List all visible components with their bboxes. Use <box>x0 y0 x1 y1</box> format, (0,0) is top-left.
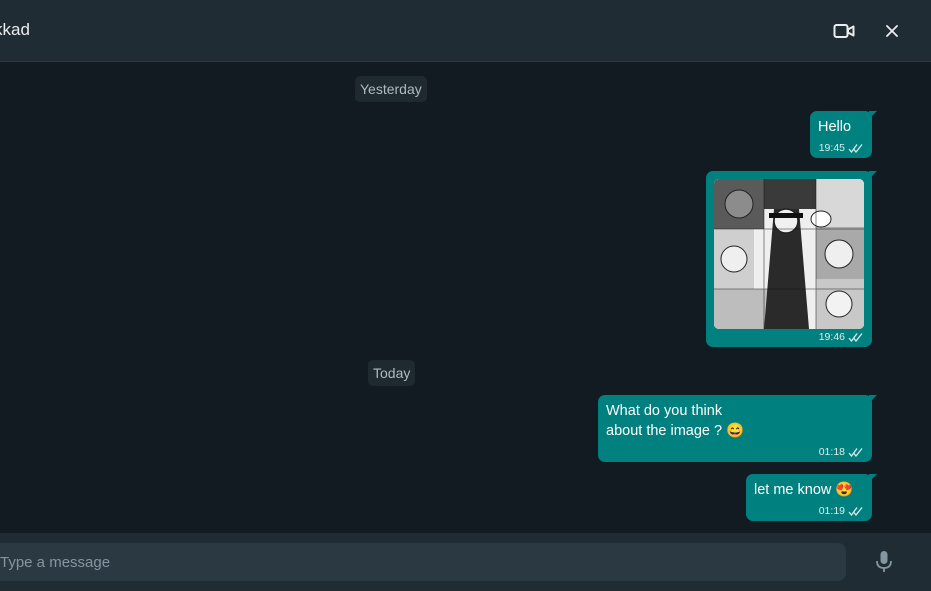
message-text: What do you think about the image ? 😄 <box>606 403 745 439</box>
message-meta: 19:46 <box>819 331 864 343</box>
message-time: 19:46 <box>818 331 845 343</box>
composer-bar <box>0 533 931 591</box>
conversation-panel[interactable]: Yesterday Hello 19:45 19:46 Today What d… <box>0 62 931 533</box>
message-bubble[interactable]: What do you think about the image ? 😄 01… <box>598 395 877 462</box>
message-bubble[interactable]: let me know 😍 01:19 <box>746 474 877 521</box>
message-input[interactable] <box>0 543 846 581</box>
double-check-icon <box>848 144 863 153</box>
image-message-bubble[interactable]: 19:46 <box>706 171 877 347</box>
double-check-icon <box>848 507 863 516</box>
chat-header: kkad <box>0 0 931 62</box>
message-text: let me know 😍 <box>754 482 854 498</box>
microphone-icon[interactable] <box>874 550 894 574</box>
message-time: 01:19 <box>818 505 845 517</box>
double-check-icon <box>848 333 863 342</box>
message-text: Hello <box>818 119 852 135</box>
double-check-icon <box>848 448 863 457</box>
message-meta: 19:45 <box>819 142 864 154</box>
message-meta: 01:19 <box>819 505 864 517</box>
manga-collage-image[interactable] <box>714 179 864 329</box>
date-separator-yesterday: Yesterday <box>355 76 427 102</box>
message-bubble[interactable]: Hello 19:45 <box>810 111 877 158</box>
video-call-icon[interactable] <box>833 22 855 40</box>
message-meta: 01:18 <box>819 446 864 458</box>
message-time: 19:45 <box>818 142 845 154</box>
contact-name[interactable]: kkad <box>0 20 30 40</box>
message-time: 01:18 <box>818 446 845 458</box>
close-icon[interactable] <box>882 21 902 41</box>
date-separator-today: Today <box>368 360 416 386</box>
